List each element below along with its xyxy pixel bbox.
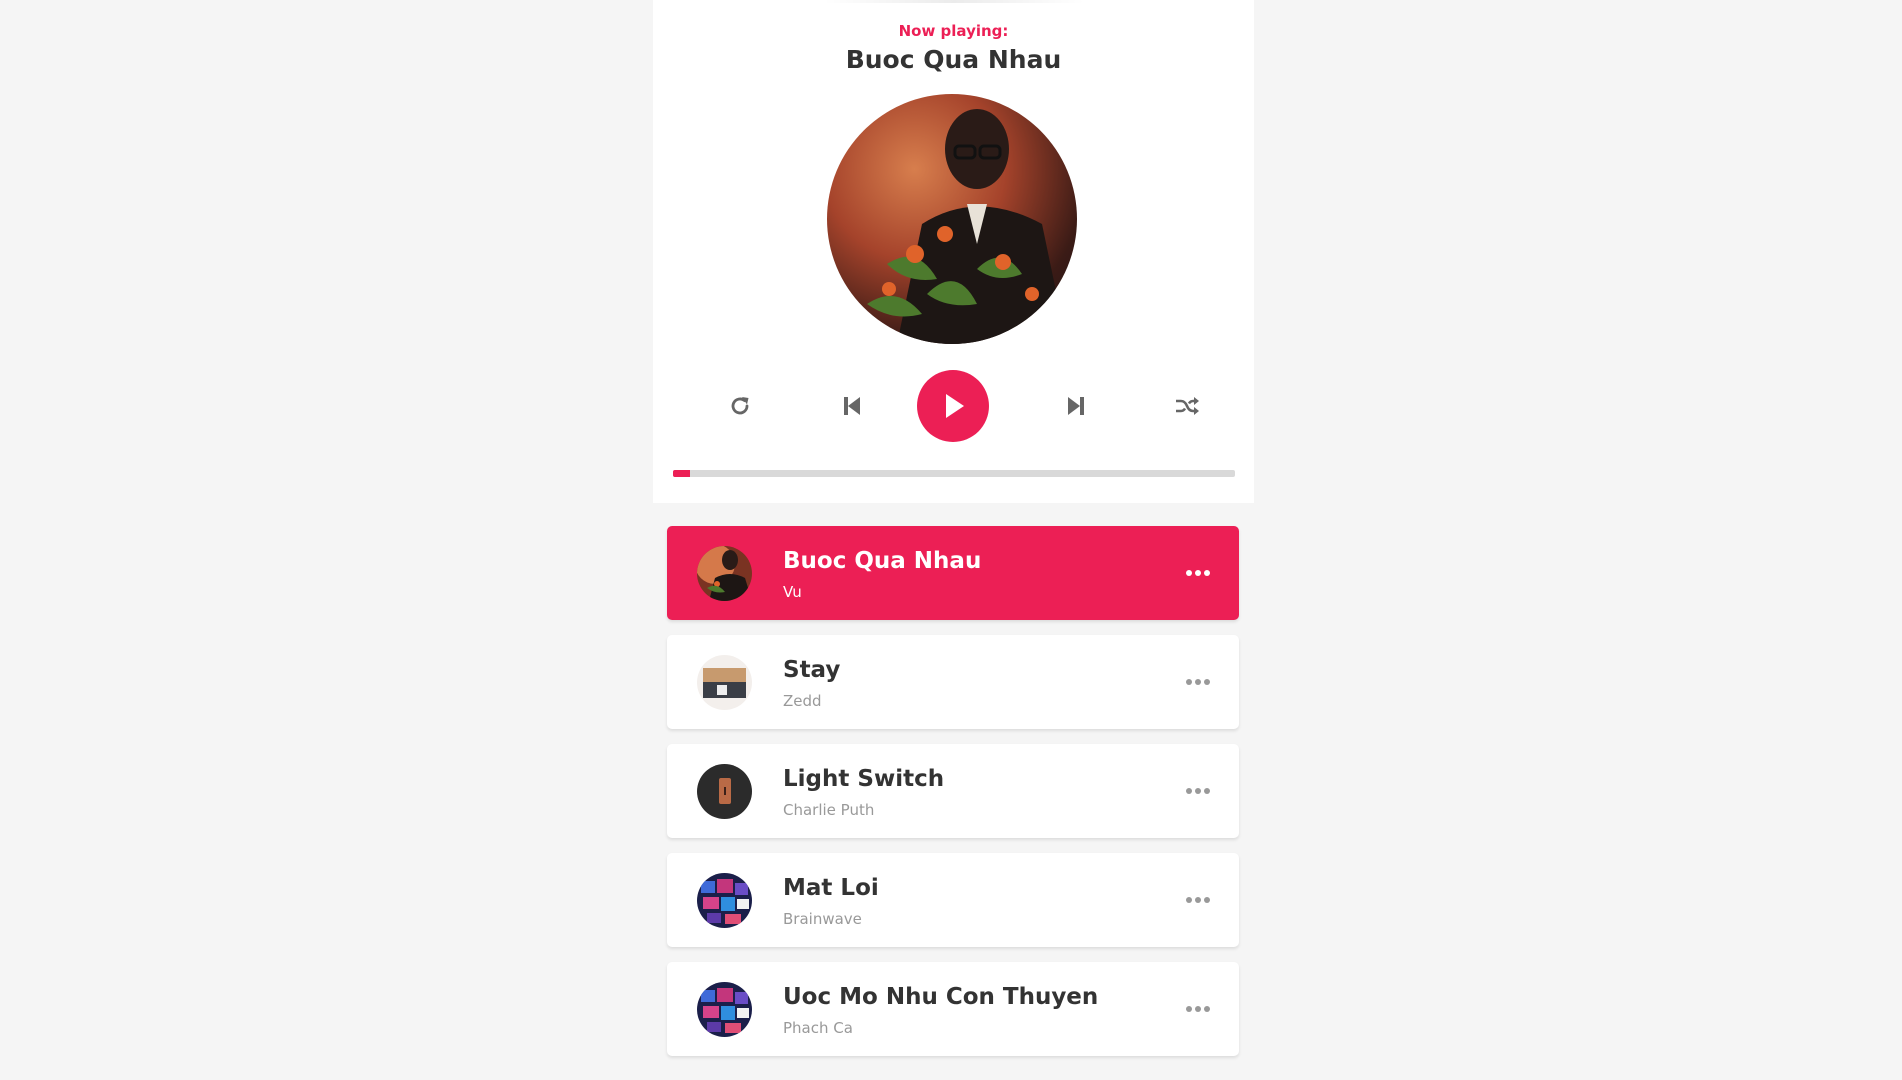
ellipsis-icon [1186,570,1210,576]
song-title: Uoc Mo Nhu Con Thuyen [783,984,1099,1010]
song-options-button[interactable] [1183,994,1213,1024]
cd-thumbnail [827,94,1077,344]
song-thumb [697,764,752,819]
song-title: Buoc Qua Nhau [783,548,982,574]
song-author: Phach Ca [783,1019,853,1037]
song-thumb [697,982,752,1037]
prev-button[interactable] [834,388,870,424]
now-playing-label: Now playing: [898,22,1009,40]
progress-fill [673,470,690,477]
ellipsis-icon [1186,788,1210,794]
repeat-button[interactable] [722,388,758,424]
song-thumb [697,546,752,601]
shuffle-button[interactable] [1169,388,1205,424]
step-forward-icon [1068,397,1084,415]
next-button[interactable] [1058,388,1094,424]
play-icon [946,394,964,418]
song-thumb-image [697,873,752,928]
step-backward-icon [844,397,860,415]
song-item-mat-loi[interactable]: Mat Loi Brainwave [667,853,1239,947]
song-item-buoc-qua-nhau[interactable]: Buoc Qua Nhau Vu [667,526,1239,620]
shuffle-icon [1176,397,1199,415]
song-options-button[interactable] [1183,558,1213,588]
song-item-stay[interactable]: Stay Zedd [667,635,1239,729]
song-author: Brainwave [783,910,862,928]
song-thumb [697,655,752,710]
ellipsis-icon [1186,1006,1210,1012]
song-thumb-image [697,764,752,819]
song-title: Light Switch [783,766,945,792]
playlist: Buoc Qua Nhau Vu Stay Zedd Light Switch … [667,526,1239,1071]
song-title: Stay [783,657,841,683]
player-controls [653,370,1254,442]
song-author: Vu [783,583,802,601]
ellipsis-icon [1186,679,1210,685]
song-thumb-image [697,546,752,601]
song-options-button[interactable] [1183,776,1213,806]
song-options-button[interactable] [1183,667,1213,697]
song-author: Zedd [783,692,822,710]
repeat-icon [731,397,749,415]
song-item-uoc-mo-nhu-con-thuyen[interactable]: Uoc Mo Nhu Con Thuyen Phach Ca [667,962,1239,1056]
song-thumb-image [697,655,752,710]
ellipsis-icon [1186,897,1210,903]
current-song-title: Buoc Qua Nhau [845,45,1062,74]
song-item-light-switch[interactable]: Light Switch Charlie Puth [667,744,1239,838]
song-title: Mat Loi [783,875,879,901]
song-thumb [697,873,752,928]
song-author: Charlie Puth [783,801,875,819]
play-button[interactable] [917,370,989,442]
progress-bar[interactable] [673,470,1235,477]
player-dashboard: Now playing: Buoc Qua Nhau [653,0,1254,503]
header-divider [823,0,1085,3]
song-options-button[interactable] [1183,885,1213,915]
album-art-image [867,109,1067,344]
song-thumb-image [697,982,752,1037]
